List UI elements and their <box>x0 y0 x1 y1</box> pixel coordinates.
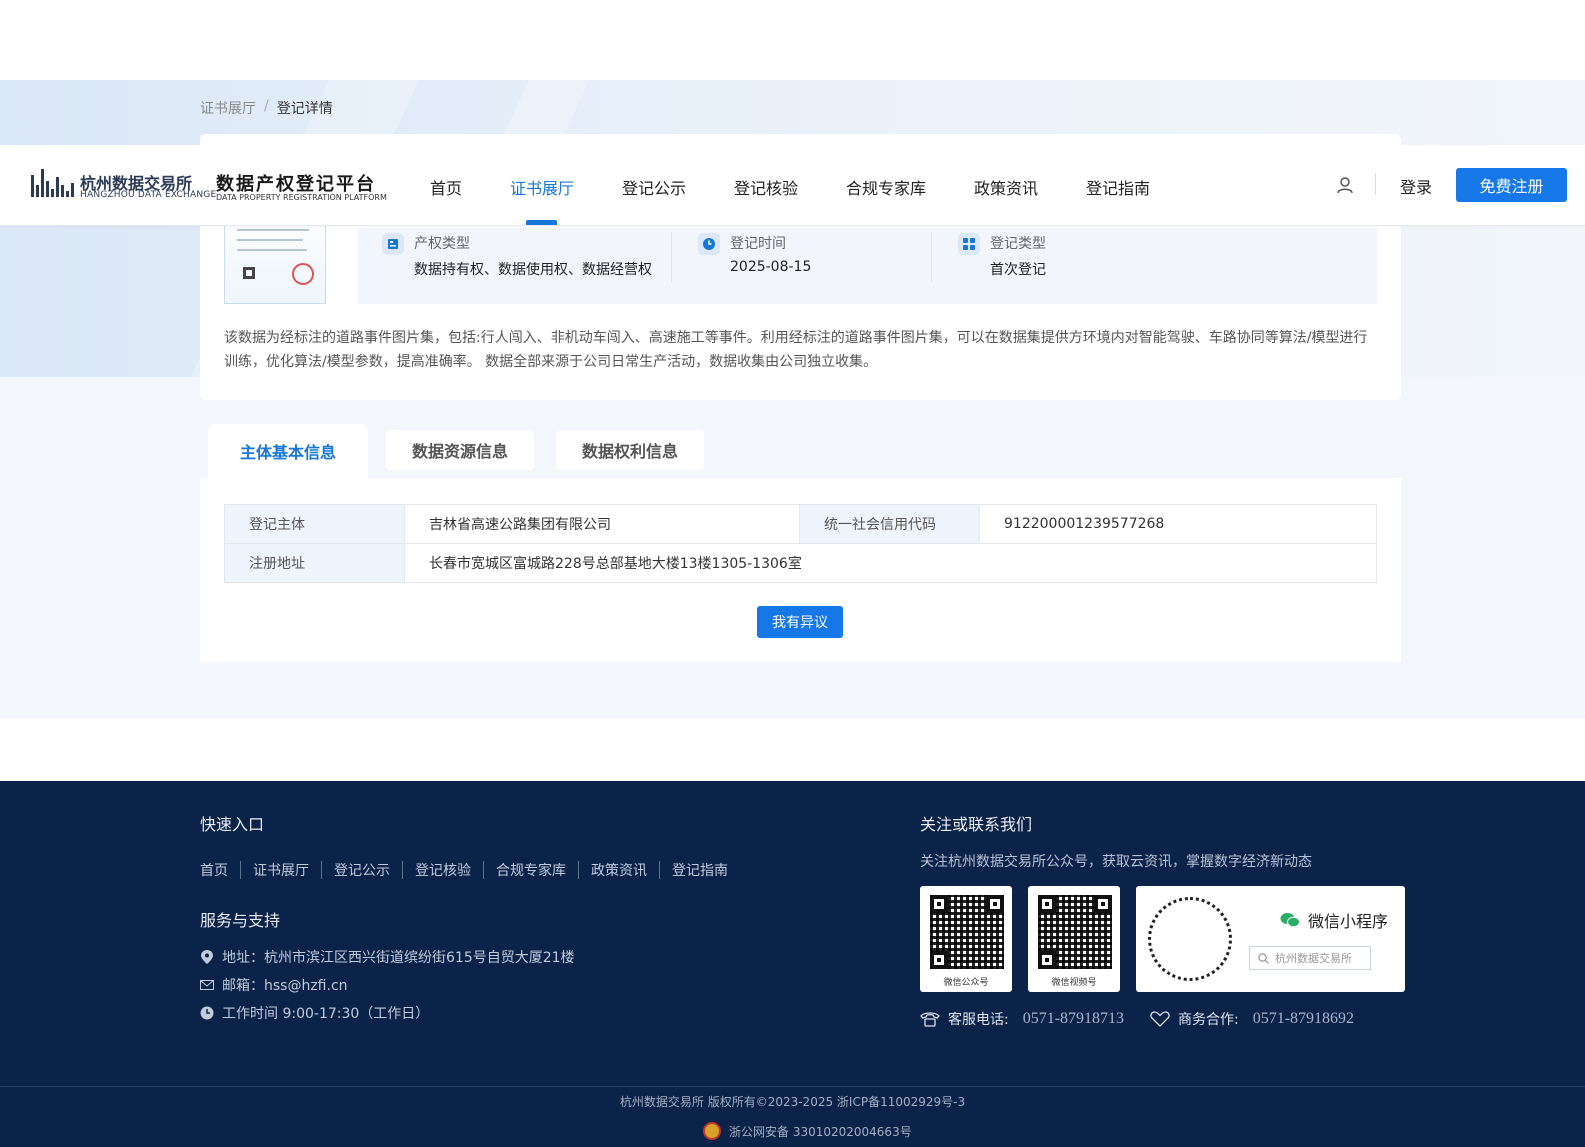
footer-link-policy[interactable]: 政策资讯 <box>591 860 647 880</box>
registration-time-label: 登记时间 <box>730 236 786 252</box>
mini-program-search: 杭州数据交易所 <box>1249 946 1371 970</box>
wechat-official-qr: 微信公众号 <box>920 886 1012 992</box>
grid-icon <box>958 233 980 255</box>
service-phone-number[interactable]: 0571-87918713 <box>1023 1010 1124 1028</box>
certificate-qr-icon <box>243 267 255 279</box>
wechat-video-qr: 微信视频号 <box>1028 886 1120 992</box>
phone-icon <box>920 1012 940 1027</box>
footer-link-guide[interactable]: 登记指南 <box>672 860 728 880</box>
mini-program-card: 微信小程序 杭州数据交易所 <box>1136 886 1405 992</box>
nav-policy-news[interactable]: 政策资讯 <box>974 175 1038 199</box>
mail-icon <box>200 978 214 992</box>
footer-quick-links: 首页 证书展厅 登记公示 登记核验 合规专家库 政策资讯 登记指南 <box>200 860 728 880</box>
breadcrumb-current: 登记详情 <box>276 101 333 117</box>
registration-meta: 产权类型 数据持有权、数据使用权、数据经营权 登记时间 2025-08-15 登… <box>358 228 1377 304</box>
rights-type-value: 数据持有权、数据使用权、数据经营权 <box>414 262 652 278</box>
breadcrumb: 证书展厅 / 登记详情 <box>200 98 333 118</box>
rights-type: 产权类型 数据持有权、数据使用权、数据经营权 <box>358 228 671 304</box>
footer-address: 地址：杭州市滨江区西兴街道缤纷街615号自贸大厦21楼 <box>200 947 575 967</box>
mini-program-title: 微信小程序 <box>1280 908 1388 932</box>
certificate-seal-icon <box>292 263 314 285</box>
follow-subtitle: 关注杭州数据交易所公众号，获取云资讯，掌握数字经济新动态 <box>920 854 1312 870</box>
platform-name-en: DATA PROPERTY REGISTRATION PLATFORM <box>216 193 387 202</box>
footer-link-notice[interactable]: 登记公示 <box>334 860 390 880</box>
service-phone-label: 客服电话: <box>948 1012 1009 1028</box>
follow-heading: 关注或联系我们 <box>920 815 1033 834</box>
registration-type: 登记类型 首次登记 <box>934 228 1234 304</box>
service-heading: 服务与支持 <box>200 911 281 930</box>
login-link[interactable]: 登录 <box>1400 174 1432 198</box>
exchange-name-en: HANGZHOU DATA EXCHANGE <box>80 190 217 200</box>
rights-type-label: 产权类型 <box>414 236 470 252</box>
qr-caption-video: 微信视频号 <box>1051 978 1097 988</box>
breadcrumb-separator: / <box>264 98 269 114</box>
nav-active-indicator <box>526 220 557 225</box>
nav-registration-verify[interactable]: 登记核验 <box>734 175 798 199</box>
meta-divider <box>671 232 672 282</box>
mini-program-code-icon <box>1148 897 1232 981</box>
entity-info-table: 登记主体 吉林省高速公路集团有限公司 统一社会信用代码 912200001239… <box>224 504 1377 583</box>
location-icon <box>200 950 214 964</box>
business-phone-number[interactable]: 0571-87918692 <box>1253 1010 1354 1028</box>
address-label: 注册地址 <box>224 543 405 583</box>
registration-type-label: 登记类型 <box>990 236 1046 252</box>
nav-registration-notice[interactable]: 登记公示 <box>622 175 686 199</box>
wechat-icon <box>1280 913 1300 928</box>
registration-time-value: 2025-08-15 <box>730 259 812 275</box>
footer-link-verify[interactable]: 登记核验 <box>415 860 471 880</box>
business-label: 商务合作: <box>1178 1012 1239 1028</box>
copyright[interactable]: 杭州数据交易所 版权所有©2023-2025 浙ICP备11002929号-3 <box>0 1093 1585 1110</box>
handshake-heart-icon <box>1150 1011 1170 1027</box>
meta-divider <box>931 232 932 282</box>
search-icon <box>1258 952 1269 964</box>
dispute-button[interactable]: 我有异议 <box>757 606 843 638</box>
quick-links-heading: 快速入口 <box>200 815 265 834</box>
tab-data-rights[interactable]: 数据权利信息 <box>556 430 704 470</box>
footer-link-experts[interactable]: 合规专家库 <box>496 860 566 880</box>
qr-caption-wechat: 微信公众号 <box>943 978 989 988</box>
site-footer: 快速入口 首页 证书展厅 登记公示 登记核验 合规专家库 政策资讯 登记指南 服… <box>0 781 1585 1147</box>
subject-label: 登记主体 <box>224 504 405 544</box>
footer-email: 邮箱：hss@hzfi.cn <box>200 975 348 995</box>
registration-time: 登记时间 2025-08-15 <box>674 228 931 304</box>
footer-link-certificate-hall[interactable]: 证书展厅 <box>253 860 309 880</box>
site-header: 杭州数据交易所 HANGZHOU DATA EXCHANGE 数据产权登记平台 … <box>0 145 1585 226</box>
user-icon[interactable] <box>1335 175 1355 195</box>
nav-expert-library[interactable]: 合规专家库 <box>846 175 926 199</box>
subject-value: 吉林省高速公路集团有限公司 <box>404 504 800 544</box>
table-row: 登记主体 吉林省高速公路集团有限公司 统一社会信用代码 912200001239… <box>224 504 1377 544</box>
footer-address-text: 地址：杭州市滨江区西兴街道缤纷街615号自贸大厦21楼 <box>222 950 575 966</box>
footer-hours: 工作时间 9:00-17:30（工作日） <box>200 1003 429 1023</box>
police-badge-icon <box>703 1122 721 1140</box>
police-record: 浙公网安备 33010202004663号 <box>703 1122 912 1140</box>
police-record-text[interactable]: 浙公网安备 33010202004663号 <box>729 1123 912 1140</box>
service-phone: 客服电话: 0571-87918713 <box>920 1009 1124 1029</box>
dataset-description: 该数据为经标注的道路事件图片集，包括:行人闯入、非机动车闯入、高速施工等事件。利… <box>224 330 1368 370</box>
clock-icon <box>698 233 720 255</box>
breadcrumb-parent[interactable]: 证书展厅 <box>200 98 256 118</box>
nav-registration-guide[interactable]: 登记指南 <box>1086 175 1150 199</box>
registration-type-value: 首次登记 <box>990 262 1046 278</box>
footer-email-text[interactable]: 邮箱：hss@hzfi.cn <box>222 975 348 995</box>
credit-code-label: 统一社会信用代码 <box>799 504 980 544</box>
tab-data-resource[interactable]: 数据资源信息 <box>386 430 534 470</box>
tab-entity-info[interactable]: 主体基本信息 <box>208 424 368 478</box>
rights-type-icon <box>382 233 404 255</box>
nav-home[interactable]: 首页 <box>430 175 462 199</box>
nav-certificate-hall[interactable]: 证书展厅 <box>510 175 574 199</box>
header-divider <box>1375 173 1376 195</box>
credit-code-value: 912200001239577268 <box>979 504 1377 544</box>
footer-hours-text: 工作时间 9:00-17:30（工作日） <box>222 1006 430 1022</box>
clock-icon <box>200 1006 214 1020</box>
footer-link-home[interactable]: 首页 <box>200 860 228 880</box>
exchange-logo-icon[interactable] <box>31 167 75 197</box>
table-row: 注册地址 长春市宽城区富城路228号总部基地大楼13楼1305-1306室 <box>224 543 1377 583</box>
register-button[interactable]: 免费注册 <box>1456 168 1567 202</box>
footer-divider <box>0 1086 1585 1087</box>
business-contact: 商务合作: 0571-87918692 <box>1150 1009 1354 1029</box>
address-value: 长春市宽城区富城路228号总部基地大楼13楼1305-1306室 <box>404 543 1377 583</box>
